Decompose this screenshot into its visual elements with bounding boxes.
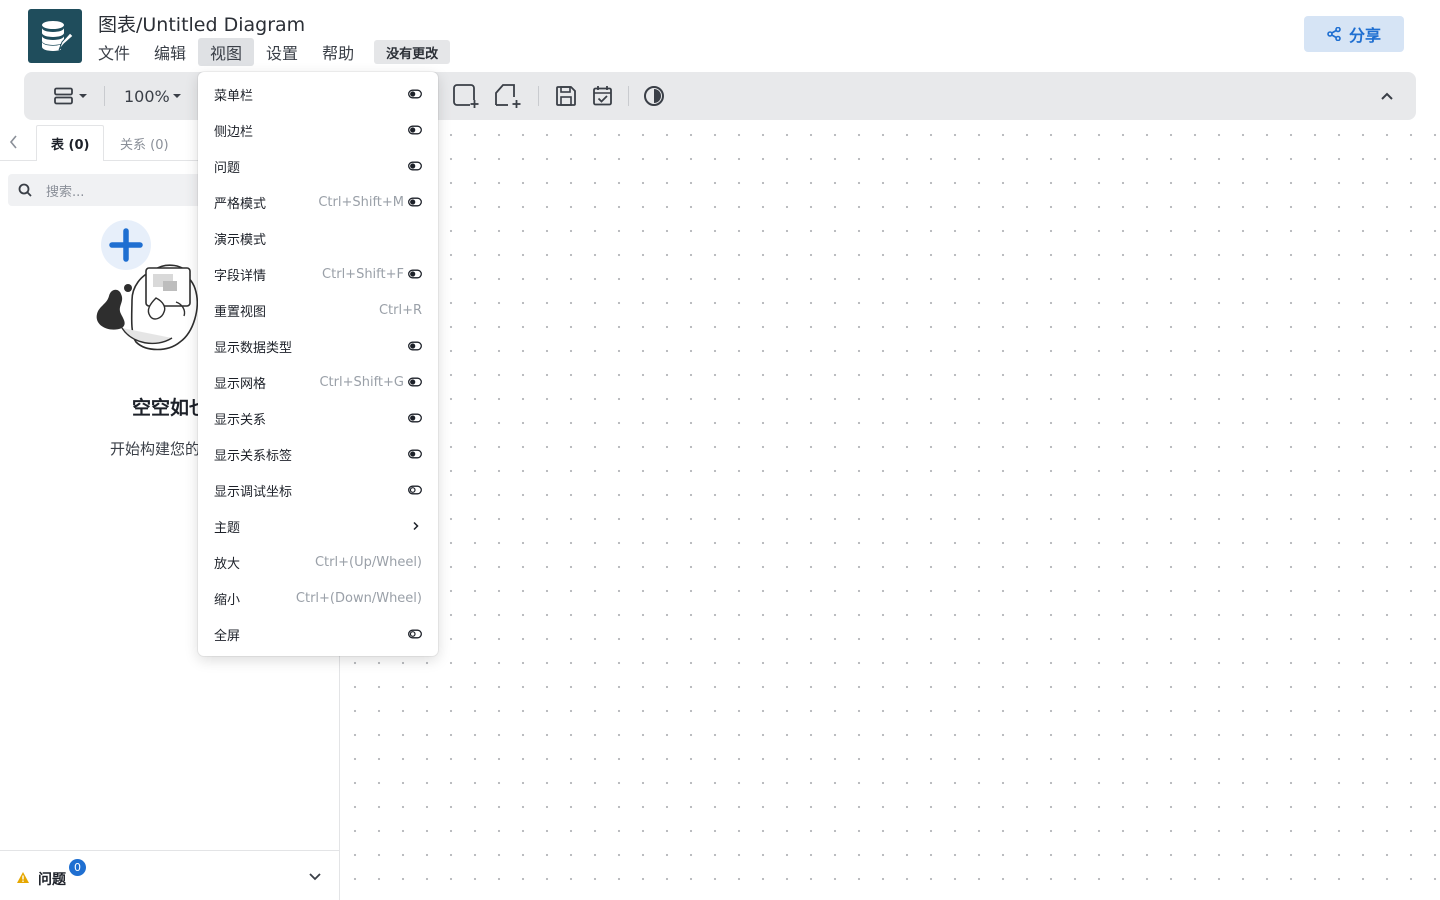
diagram-title[interactable]: 图表/Untitled Diagram [98, 10, 305, 37]
chevron-down-icon[interactable] [308, 872, 322, 882]
toggle-on-icon [408, 413, 422, 423]
view-menu-item-label: 主题 [214, 520, 241, 536]
view-menu-item[interactable]: 字段详情 Ctrl+Shift+F [198, 256, 438, 292]
chevron-up-icon [1381, 92, 1393, 100]
view-menu-item-label: 显示调试坐标 [214, 484, 293, 500]
toggle-on-icon [408, 341, 422, 351]
view-menu-item[interactable]: 显示网格 Ctrl+Shift+G [198, 364, 438, 400]
toggle-on-icon [408, 197, 422, 207]
menu-bar: 文件 编辑 视图 设置 帮助 没有更改 [98, 38, 451, 66]
contrast-icon [644, 86, 664, 106]
view-menu-item-shortcut: Ctrl+Shift+G [319, 374, 404, 390]
view-menu-item[interactable]: 重置视图 Ctrl+R [198, 292, 438, 328]
view-menu-item-label: 字段详情 [214, 268, 267, 284]
view-menu-item-label: 菜单栏 [214, 88, 254, 104]
view-menu-item-label: 显示网格 [214, 376, 267, 392]
theme-toggle-button[interactable] [643, 84, 665, 108]
share-icon [1327, 27, 1341, 41]
view-menu-item[interactable]: 问题 [198, 148, 438, 184]
diagram-canvas[interactable] [340, 120, 1440, 900]
issues-label: 问题 [38, 872, 66, 888]
save-button[interactable] [555, 84, 577, 108]
view-menu-item-shortcut: Ctrl+Shift+M [318, 194, 404, 210]
toggle-off-icon [408, 629, 422, 639]
view-menu-item[interactable]: 全屏 [198, 616, 438, 652]
view-menu-item-label: 放大 [214, 556, 241, 572]
add-table-icon [453, 84, 479, 108]
zoom-value: 100% [124, 86, 170, 106]
layout-menu-button[interactable] [54, 84, 88, 108]
view-menu-item-shortcut: Ctrl+R [378, 302, 422, 318]
share-label: 分享 [1348, 26, 1381, 45]
view-menu-item-shortcut: Ctrl+(Up/Wheel) [314, 554, 422, 570]
toggle-on-icon [408, 449, 422, 459]
caret-down-icon [172, 94, 181, 98]
toolbar-divider [628, 86, 629, 106]
menu-edit[interactable]: 编辑 [142, 38, 198, 66]
toggle-off-icon [408, 485, 422, 495]
database-icon [42, 21, 74, 51]
view-menu-item-label: 缩小 [214, 592, 241, 608]
view-menu-item-shortcut: Ctrl+(Down/Wheel) [295, 590, 422, 606]
toggle-on-icon [408, 269, 422, 279]
zoom-dropdown[interactable]: 100% [124, 84, 182, 108]
tab-tables[interactable]: 表 (0) [36, 125, 105, 161]
view-menu-item-shortcut: Ctrl+Shift+F [322, 266, 404, 282]
view-menu-item[interactable]: 演示模式 [198, 220, 438, 256]
view-menu-item-label: 全屏 [214, 628, 241, 644]
view-menu-item-label: 侧边栏 [214, 124, 254, 140]
collapse-toolbar-button[interactable] [1380, 84, 1394, 108]
add-table-button[interactable] [452, 84, 480, 108]
search-icon [18, 183, 32, 197]
view-menu-item[interactable]: 主题 [198, 508, 438, 544]
view-menu-item-label: 问题 [214, 160, 241, 176]
view-menu-item[interactable]: 显示数据类型 [198, 328, 438, 364]
app-header: 图表/Untitled Diagram 文件 编辑 视图 设置 帮助 没有更改 … [0, 0, 1440, 72]
toolbar-divider [104, 86, 105, 106]
menu-view[interactable]: 视图 [198, 38, 255, 66]
issues-panel-header[interactable]: 问题 0 [0, 850, 340, 900]
add-area-icon [495, 84, 521, 108]
search-placeholder: 搜索... [46, 184, 85, 200]
tab-relationships[interactable]: 关系 (0) [106, 125, 183, 161]
view-menu-item-label: 显示关系标签 [214, 448, 293, 464]
issues-count-badge: 0 [69, 859, 86, 876]
view-menu-item-label: 显示数据类型 [214, 340, 293, 356]
view-menu-item-label: 演示模式 [214, 232, 267, 248]
view-menu-item[interactable]: 显示关系 [198, 400, 438, 436]
menu-help[interactable]: 帮助 [310, 38, 366, 66]
view-menu-item[interactable]: 侧边栏 [198, 112, 438, 148]
chevron-left-icon[interactable] [8, 134, 24, 152]
caret-down-icon [79, 94, 87, 98]
toggle-on-icon [408, 89, 422, 99]
view-menu-item[interactable]: 缩小 Ctrl+(Down/Wheel) [198, 580, 438, 616]
calendar-check-icon [593, 86, 612, 106]
app-logo[interactable] [28, 9, 82, 63]
toggle-on-icon [408, 377, 422, 387]
layout-icon [54, 87, 73, 105]
add-area-button[interactable] [494, 84, 522, 108]
menu-file[interactable]: 文件 [98, 38, 142, 66]
warning-icon [17, 872, 29, 883]
view-menu-item[interactable]: 显示调试坐标 [198, 472, 438, 508]
chevron-right-icon [408, 521, 422, 531]
toggle-on-icon [408, 125, 422, 135]
view-menu-item[interactable]: 显示关系标签 [198, 436, 438, 472]
view-menu-dropdown: 菜单栏侧边栏问题严格模式 Ctrl+Shift+M 演示模式字段详情 Ctrl+Shi… [198, 72, 438, 656]
save-icon [556, 86, 576, 106]
view-menu-item-label: 重置视图 [214, 304, 267, 320]
view-menu-item[interactable]: 严格模式 Ctrl+Shift+M [198, 184, 438, 220]
view-menu-item-label: 严格模式 [214, 196, 267, 212]
todo-button[interactable] [592, 84, 614, 108]
toolbar-divider [538, 86, 539, 106]
toggle-on-icon [408, 161, 422, 171]
view-menu-item[interactable]: 菜单栏 [198, 76, 438, 112]
menu-settings[interactable]: 设置 [254, 38, 310, 66]
view-menu-item-label: 显示关系 [214, 412, 267, 428]
share-button[interactable]: 分享 [1304, 16, 1404, 52]
view-menu-item[interactable]: 放大 Ctrl+(Up/Wheel) [198, 544, 438, 580]
save-status-badge: 没有更改 [374, 40, 451, 64]
